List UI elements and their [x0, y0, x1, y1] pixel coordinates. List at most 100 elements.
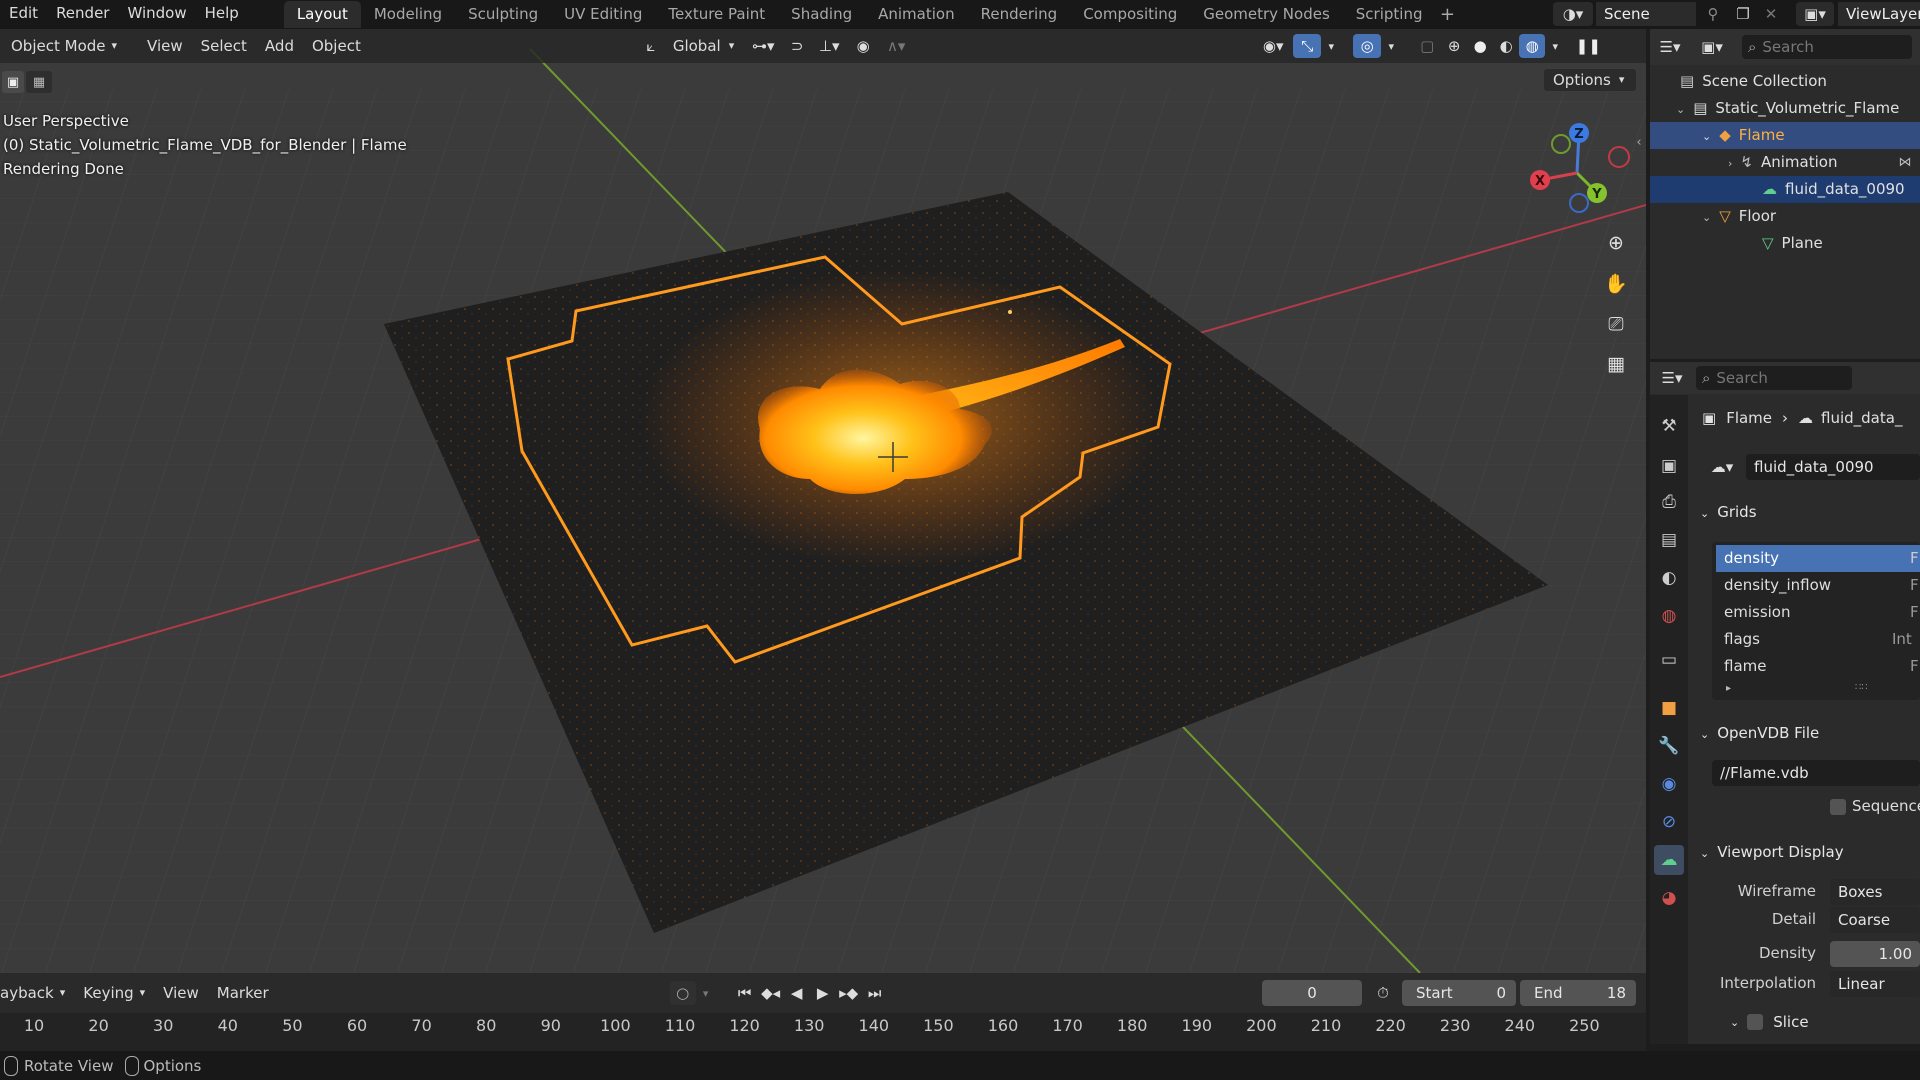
menu-add[interactable]: Add	[256, 34, 303, 58]
scene-selector-icon[interactable]: ◑▾	[1553, 2, 1593, 26]
editor-type-icon[interactable]: ☰▾	[1650, 38, 1690, 56]
snap-target-icon[interactable]: ⊥▾	[811, 37, 847, 55]
xray-toggle-icon[interactable]: ▢	[1413, 37, 1441, 55]
next-keyframe-icon[interactable]: ▸◆	[836, 980, 862, 1006]
pause-render-icon[interactable]: ❚❚	[1573, 37, 1603, 55]
navigation-gizmo[interactable]: Z Y X	[1522, 118, 1632, 228]
menu-window[interactable]: Window	[118, 0, 195, 29]
tab-layout[interactable]: Layout	[283, 1, 361, 28]
scene-tab-icon[interactable]: ◐	[1654, 563, 1684, 593]
perspective-toggle-icon[interactable]: ▦	[1599, 347, 1633, 381]
render-tab-icon[interactable]: ▣	[1654, 451, 1684, 481]
mode-selector[interactable]: Object Mode ▾	[2, 34, 126, 58]
constraint-tab-icon[interactable]: ⊘	[1654, 807, 1684, 837]
sequence-checkbox[interactable]	[1830, 799, 1846, 815]
outliner-search[interactable]: ⌕ Search	[1742, 35, 1912, 59]
tab-texture-paint[interactable]: Texture Paint	[655, 1, 778, 28]
menu-view[interactable]: View	[138, 34, 192, 58]
tab-sculpting[interactable]: Sculpting	[455, 1, 551, 28]
snap-toggle-icon[interactable]: ⊃	[783, 37, 811, 55]
chevron-right-icon[interactable]: ›	[1728, 157, 1732, 170]
grid-item-density-inflow[interactable]: density_inflow F	[1716, 572, 1920, 599]
chevron-down-icon[interactable]: ⌄	[1702, 130, 1711, 143]
grid-item-flame[interactable]: flame F	[1716, 653, 1920, 680]
slice-checkbox[interactable]	[1747, 1014, 1764, 1030]
shading-solid-icon[interactable]: ●	[1467, 37, 1493, 55]
menu-render[interactable]: Render	[47, 0, 118, 29]
slice-panel-header[interactable]: ⌄ Slice	[1730, 1013, 1809, 1031]
menu-playback[interactable]: ayback ▾	[0, 981, 74, 1005]
select-mode-extend-icon[interactable]: ▦	[26, 71, 52, 93]
tool-tab-icon[interactable]: ⚒	[1654, 411, 1684, 441]
density-field[interactable]: 1.00	[1830, 941, 1920, 967]
properties-search[interactable]: ⌕ Search	[1696, 366, 1852, 390]
pan-hand-icon[interactable]: ✋	[1599, 266, 1633, 300]
material-tab-icon[interactable]: ◕	[1654, 883, 1684, 913]
grid-item-emission[interactable]: emission F	[1716, 599, 1920, 626]
new-scene-icon[interactable]: ❐	[1732, 3, 1754, 25]
grid-item-flags[interactable]: flags Int	[1716, 626, 1920, 653]
proportional-edit-icon[interactable]: ◉	[847, 37, 879, 55]
filepath-field[interactable]: //Flame.vdb	[1712, 760, 1920, 786]
tab-modeling[interactable]: Modeling	[361, 1, 455, 28]
viewlayer-selector-icon[interactable]: ▣▾	[1796, 2, 1834, 26]
tab-compositing[interactable]: Compositing	[1070, 1, 1190, 28]
pin-icon[interactable]: ⚲	[1702, 3, 1724, 25]
transform-orientation-dropdown[interactable]: Global ▾	[664, 34, 743, 58]
scene-name-field[interactable]: Scene	[1596, 2, 1696, 26]
grids-panel-header[interactable]: ⌄ Grids	[1700, 497, 1757, 527]
interpolation-dropdown[interactable]: Linear	[1830, 971, 1920, 997]
keying-set-icon[interactable]: ▾	[696, 987, 716, 1000]
jump-start-icon[interactable]: ⏮	[732, 980, 758, 1006]
shading-material-icon[interactable]: ◐	[1493, 37, 1519, 55]
openvdb-panel-header[interactable]: ⌄ OpenVDB File	[1700, 718, 1819, 748]
current-frame-field[interactable]: 0	[1262, 980, 1362, 1006]
viewport-display-panel-header[interactable]: ⌄ Viewport Display	[1700, 837, 1844, 867]
menu-marker[interactable]: Marker	[208, 981, 278, 1005]
outliner-row-flame[interactable]: ⌄ ◆ Flame	[1650, 122, 1920, 149]
gizmo-dropdown-icon[interactable]: ▾	[1321, 40, 1341, 53]
detail-dropdown[interactable]: Coarse	[1830, 907, 1920, 933]
add-workspace-icon[interactable]: +	[1435, 4, 1459, 25]
outliner-row-fluid-data[interactable]: ☁ fluid_data_0090	[1650, 176, 1920, 203]
falloff-icon[interactable]: ∧▾	[879, 37, 913, 55]
tab-shading[interactable]: Shading	[778, 1, 865, 28]
world-tab-icon[interactable]: ◍	[1654, 601, 1684, 631]
menu-edit[interactable]: Edit	[0, 0, 47, 29]
select-mode-icon[interactable]: ▣	[2, 71, 24, 93]
menu-select[interactable]: Select	[192, 34, 256, 58]
modifier-tab-icon[interactable]: 🔧	[1654, 731, 1684, 761]
outliner-row-scene-collection[interactable]: ▤ Scene Collection	[1650, 68, 1920, 95]
output-tab-icon[interactable]: ⎙	[1654, 487, 1684, 517]
chevron-down-icon[interactable]: ⌄	[1676, 103, 1685, 116]
overlays-dropdown-icon[interactable]: ▾	[1381, 40, 1401, 53]
modifier-visibility-icon[interactable]: ⋈	[1894, 151, 1916, 173]
shading-rendered-icon[interactable]: ◍	[1519, 34, 1546, 58]
stopwatch-icon[interactable]: ⏱	[1370, 980, 1396, 1006]
viewlayer-name-field[interactable]: ViewLayer	[1838, 2, 1920, 26]
camera-view-icon[interactable]: ⎚	[1599, 307, 1633, 341]
play-icon[interactable]: ▶	[810, 980, 836, 1006]
datablock-browse-icon[interactable]: ☁▾	[1702, 454, 1742, 480]
tab-scripting[interactable]: Scripting	[1343, 1, 1436, 28]
prev-keyframe-icon[interactable]: ◆◂	[758, 980, 784, 1006]
options-dropdown[interactable]: Options ▾	[1543, 68, 1637, 92]
outliner-row-plane[interactable]: ▽ Plane	[1650, 230, 1920, 257]
collection-tab-icon[interactable]: ▭	[1654, 645, 1684, 675]
play-reverse-icon[interactable]: ◀	[784, 980, 810, 1006]
grid-item-density[interactable]: density F	[1716, 545, 1920, 572]
display-mode-icon[interactable]: ▣▾	[1690, 38, 1734, 56]
outliner-row-collection[interactable]: ⌄ ▤ Static_Volumetric_Flame	[1650, 95, 1920, 122]
view-layer-tab-icon[interactable]: ▤	[1654, 525, 1684, 555]
object-tab-icon[interactable]: ■	[1654, 693, 1684, 723]
menu-help[interactable]: Help	[196, 0, 248, 29]
overlays-toggle-icon[interactable]: ◎	[1353, 34, 1382, 58]
outliner-row-floor[interactable]: ⌄ ▽ Floor	[1650, 203, 1920, 230]
visibility-icon[interactable]: ◉▾	[1253, 37, 1293, 55]
outliner-row-animation[interactable]: › ↯ Animation	[1650, 149, 1920, 176]
transform-orientation-icon[interactable]: ⟀	[638, 37, 664, 55]
jump-end-icon[interactable]: ⏭	[862, 980, 888, 1006]
pivot-point-icon[interactable]: ⊶▾	[743, 37, 783, 55]
start-frame-field[interactable]: Start 0	[1402, 980, 1516, 1006]
zoom-icon[interactable]: ⊕	[1599, 226, 1633, 260]
